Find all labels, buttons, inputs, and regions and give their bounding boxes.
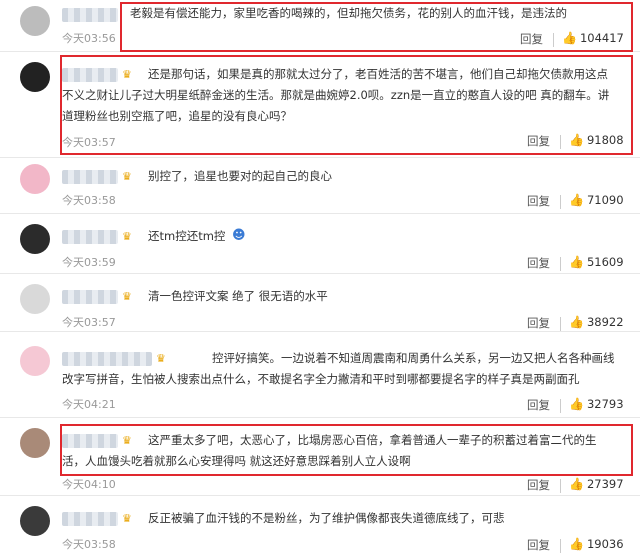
username-blurred[interactable]: [62, 512, 118, 526]
comment-item: 老毅是有偿还能力，家里吃香的喝辣的，但却拖欠债务，花的别人的血汗钱，是违法的 今…: [0, 0, 640, 52]
reply-button[interactable]: 回复: [527, 315, 550, 331]
comment-text: 活，人血馒头吃着就那么心安理得吗 就这还好意思踩着别人立人设啊: [62, 454, 411, 468]
divider: [560, 317, 561, 331]
comment-time: 今天03:59: [62, 256, 116, 269]
crown-badge-icon: ♛: [122, 68, 132, 81]
emoji-icon: ☻: [232, 228, 246, 243]
comment-text: 控评好搞笑。一边说着不知道周震南和周勇什么关系，另一边又把人名各种画线: [212, 351, 615, 365]
comment-text: 老毅是有偿还能力，家里吃香的喝辣的，但却拖欠债务，花的别人的血汗钱，是违法的: [130, 6, 567, 20]
like-count: 104417: [579, 31, 624, 45]
like-button[interactable]: 👍 91808: [569, 133, 624, 147]
like-button[interactable]: 👍 104417: [562, 31, 624, 45]
crown-badge-icon: ♛: [122, 230, 132, 243]
username-blurred[interactable]: [62, 434, 118, 448]
comment-item: ♛ 反正被骗了血汗钱的不是粉丝，为了维护偶像都丧失道德底线了，可悲 今天03:5…: [0, 496, 640, 553]
avatar[interactable]: [20, 506, 50, 536]
username-blurred[interactable]: [62, 8, 118, 22]
comment-text: 还tm控还tm控: [148, 229, 226, 243]
username-blurred[interactable]: [62, 290, 118, 304]
avatar[interactable]: [20, 428, 50, 458]
like-button[interactable]: 👍 27397: [569, 477, 624, 491]
comment-time: 今天03:56: [62, 32, 116, 45]
thumbs-up-icon: 👍: [569, 397, 584, 411]
divider: [560, 539, 561, 553]
username-blurred[interactable]: [62, 352, 152, 366]
like-button[interactable]: 👍 32793: [569, 397, 624, 411]
like-count: 91808: [586, 133, 624, 147]
thumbs-up-icon: 👍: [569, 537, 584, 551]
divider: [560, 479, 561, 493]
comment-text: 还是那句话，如果是真的那就太过分了，老百姓活的苦不堪言，他们自己却拖欠债款用这点: [148, 67, 608, 81]
like-button[interactable]: 👍 38922: [569, 315, 624, 329]
like-button[interactable]: 👍 51609: [569, 255, 624, 269]
like-count: 71090: [586, 193, 624, 207]
comment-item: ♛ 还是那句话，如果是真的那就太过分了，老百姓活的苦不堪言，他们自己却拖欠债款用…: [0, 52, 640, 158]
reply-button[interactable]: 回复: [527, 477, 550, 493]
comment-text: 道理粉丝也别空瓶了吧，追星的没有良心吗？: [62, 109, 292, 123]
comment-text: 这严重太多了吧，太恶心了，比塌房恶心百倍，拿着普通人一辈子的积蓄过着富二代的生: [148, 433, 597, 447]
thumbs-up-icon: 👍: [569, 193, 584, 207]
comment-item: ♛ 这严重太多了吧，太恶心了，比塌房恶心百倍，拿着普通人一辈子的积蓄过着富二代的…: [0, 418, 640, 496]
comment-text: 别控了，追星也要对的起自己的良心: [148, 169, 332, 183]
crown-badge-icon: ♛: [122, 434, 132, 447]
comment-item: ♛ 还tm控还tm控 ☻ 今天03:59 回复 👍 51609: [0, 214, 640, 274]
avatar[interactable]: [20, 62, 50, 92]
like-button[interactable]: 👍 71090: [569, 193, 624, 207]
like-count: 38922: [586, 315, 624, 329]
comment-time: 今天03:57: [62, 316, 116, 329]
divider: [560, 399, 561, 413]
thumbs-up-icon: 👍: [569, 477, 584, 491]
avatar[interactable]: [20, 164, 50, 194]
comment-text: 清一色控评文案 绝了 很无语的水平: [148, 289, 328, 303]
reply-button[interactable]: 回复: [527, 133, 550, 149]
comment-time: 今天04:21: [62, 398, 116, 411]
like-count: 27397: [586, 477, 624, 491]
avatar[interactable]: [20, 224, 50, 254]
reply-button[interactable]: 回复: [527, 537, 550, 553]
comment-item: ♛ 别控了，追星也要对的起自己的良心 今天03:58 回复 👍 71090: [0, 158, 640, 214]
comment-time: 今天03:58: [62, 538, 116, 551]
like-button[interactable]: 👍 19036: [569, 537, 624, 551]
crown-badge-icon: ♛: [122, 512, 132, 525]
reply-button[interactable]: 回复: [520, 31, 543, 47]
reply-button[interactable]: 回复: [527, 255, 550, 271]
divider: [553, 33, 554, 47]
divider: [560, 135, 561, 149]
comment-item: ♛ 清一色控评文案 绝了 很无语的水平 今天03:57 回复 👍 38922: [0, 274, 640, 332]
comment-time: 今天03:58: [62, 194, 116, 207]
comment-item: ♛ 控评好搞笑。一边说着不知道周震南和周勇什么关系，另一边又把人名各种画线 改字…: [0, 332, 640, 418]
comment-time: 今天03:57: [62, 136, 116, 149]
like-count: 51609: [586, 255, 624, 269]
divider: [560, 257, 561, 271]
crown-badge-icon: ♛: [122, 170, 132, 183]
username-blurred[interactable]: [62, 230, 118, 244]
thumbs-up-icon: 👍: [569, 315, 584, 329]
thumbs-up-icon: 👍: [569, 133, 584, 147]
comment-time: 今天04:10: [62, 478, 116, 491]
username-blurred[interactable]: [62, 170, 118, 184]
reply-button[interactable]: 回复: [527, 193, 550, 209]
thumbs-up-icon: 👍: [562, 31, 577, 45]
avatar[interactable]: [20, 284, 50, 314]
crown-badge-icon: ♛: [122, 290, 132, 303]
comment-text: 改字写拼音，生怕被人搜索出点什么，不敢提名字全力撇清和平时到哪都要提名字的样子真…: [62, 372, 580, 386]
crown-badge-icon: ♛: [156, 352, 166, 365]
like-count: 19036: [586, 537, 624, 551]
avatar[interactable]: [20, 6, 50, 36]
username-blurred[interactable]: [62, 68, 118, 82]
reply-button[interactable]: 回复: [527, 397, 550, 413]
like-count: 32793: [586, 397, 624, 411]
avatar[interactable]: [20, 346, 50, 376]
comment-text: 不义之财让儿子过大明星纸醉金迷的生活。那就是曲婉婷2.0呗。zzn是一直立的憨直…: [62, 88, 610, 102]
divider: [560, 195, 561, 209]
thumbs-up-icon: 👍: [569, 255, 584, 269]
comment-text: 反正被骗了血汗钱的不是粉丝，为了维护偶像都丧失道德底线了，可悲: [148, 511, 505, 525]
